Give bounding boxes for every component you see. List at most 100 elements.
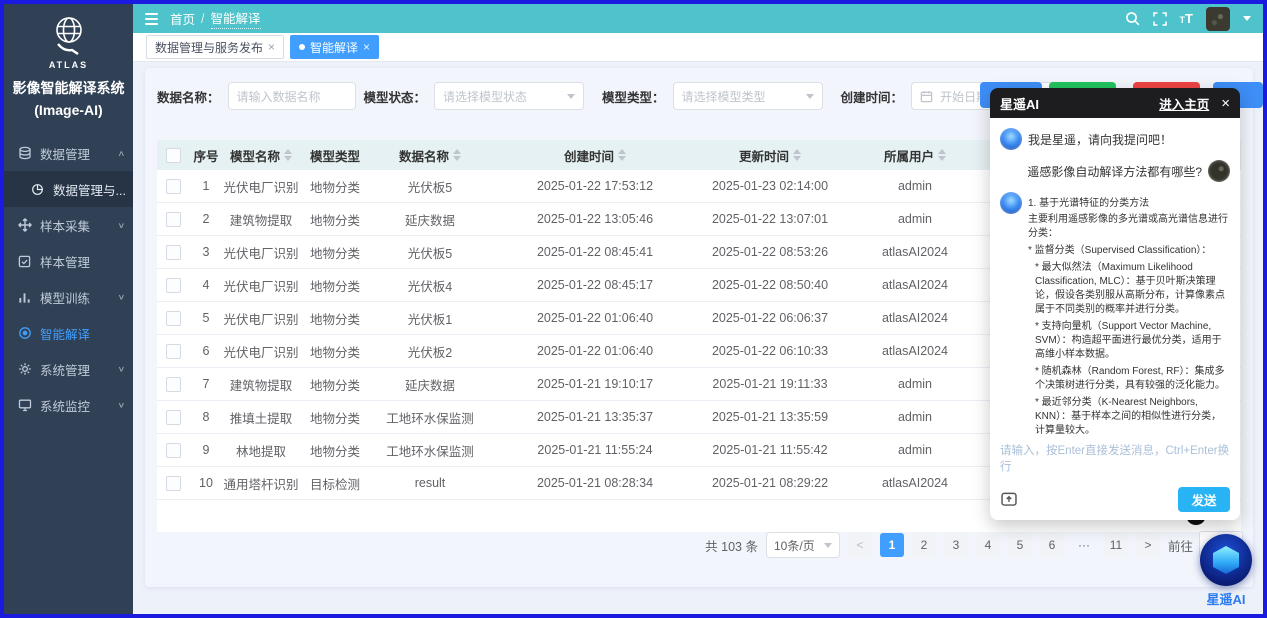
row-select-cell [157, 245, 190, 260]
page-button-4[interactable]: 4 [976, 533, 1000, 557]
sort-icon[interactable] [284, 149, 292, 161]
message-line: * 最大似然法（Maximum Likelihood Classificatio… [1028, 261, 1230, 318]
assistant-icon[interactable] [1200, 534, 1252, 586]
sidebar-item-model-training[interactable]: 模型训练∨ [4, 279, 133, 315]
page-size-select[interactable]: 10条/页 [766, 532, 840, 558]
prev-page-button[interactable]: < [848, 533, 872, 557]
sidebar-item-sample-management[interactable]: 样本管理 [4, 243, 133, 279]
tab-close-icon[interactable]: × [363, 40, 370, 54]
cell-index: 6 [190, 344, 222, 358]
cell-owner: admin [840, 377, 990, 391]
row-checkbox[interactable] [166, 278, 181, 293]
sort-icon[interactable] [938, 149, 946, 161]
tab-close-icon[interactable]: × [268, 40, 275, 54]
row-checkbox[interactable] [166, 476, 181, 491]
cell-data_name: 延庆数据 [370, 210, 490, 229]
user-avatar[interactable] [1206, 7, 1230, 31]
column-header-data_name[interactable]: 数据名称 [370, 146, 490, 165]
column-label: 数据名称 [399, 146, 449, 165]
pie-icon [30, 182, 45, 197]
chat-input[interactable]: 请输入，按Enter直接发送消息，Ctrl+Enter换行 [990, 438, 1240, 478]
model-type-select[interactable]: 请选择模型类型 [673, 82, 823, 110]
cell-owner: admin [840, 179, 990, 193]
cell-model_type: 地物分类 [300, 408, 370, 427]
sort-icon[interactable] [793, 149, 801, 161]
row-checkbox[interactable] [166, 311, 181, 326]
menu-fold-icon[interactable] [145, 13, 158, 25]
chat-footer: 发送 [990, 478, 1240, 520]
cell-index: 5 [190, 311, 222, 325]
font-size-icon[interactable]: TT [1180, 11, 1193, 27]
caret-down-icon: ∨ [118, 292, 126, 302]
sidebar-item-label: 样本采集 [40, 216, 110, 235]
database-icon [17, 146, 32, 161]
sidebar-item-system-management[interactable]: 系统管理∨ [4, 351, 133, 387]
cell-owner: atlasAI2024 [840, 245, 990, 259]
page-button-11[interactable]: 11 [1104, 533, 1128, 557]
sort-icon[interactable] [453, 149, 461, 161]
sidebar-item-data-management[interactable]: 数据管理∧ [4, 135, 133, 171]
column-header-update_time[interactable]: 更新时间 [700, 146, 840, 165]
send-button[interactable]: 发送 [1178, 487, 1230, 512]
data-name-input[interactable]: 请输入数据名称 [228, 82, 356, 110]
page-buttons: 123456···11 [880, 533, 1128, 557]
column-header-create_time[interactable]: 创建时间 [490, 146, 700, 165]
topbar: 首页 / 智能解译 TT [133, 4, 1263, 33]
page-button-6[interactable]: 6 [1040, 533, 1064, 557]
cell-create_time: 2025-01-22 01:06:40 [490, 344, 700, 358]
cell-owner: admin [840, 212, 990, 226]
row-select-cell [157, 476, 190, 491]
next-page-button[interactable]: > [1136, 533, 1160, 557]
sidebar-item-sample-collection[interactable]: 样本采集∨ [4, 207, 133, 243]
model-status-select[interactable]: 请选择模型状态 [434, 82, 584, 110]
cell-model_type: 地物分类 [300, 243, 370, 262]
fullscreen-icon[interactable] [1153, 12, 1167, 26]
cell-update_time: 2025-01-23 02:14:00 [700, 179, 840, 193]
row-checkbox[interactable] [166, 377, 181, 392]
gear-icon [17, 362, 32, 377]
tab-label: 智能解译 [310, 39, 358, 56]
column-label: 创建时间 [564, 146, 614, 165]
row-checkbox[interactable] [166, 212, 181, 227]
search-icon[interactable] [1125, 11, 1140, 26]
cell-create_time: 2025-01-21 19:10:17 [490, 377, 700, 391]
user-chat-avatar [1208, 160, 1230, 182]
select-placeholder: 请选择模型状态 [443, 88, 527, 105]
sidebar-item-data-management-publish[interactable]: 数据管理与... [4, 171, 133, 207]
chat-close-icon[interactable]: × [1221, 95, 1230, 112]
page-button-1[interactable]: 1 [880, 533, 904, 557]
sidebar-item-intelligent-interpretation[interactable]: 智能解译 [4, 315, 133, 351]
page-button-2[interactable]: 2 [912, 533, 936, 557]
cell-index: 9 [190, 443, 222, 457]
breadcrumb-separator: / [201, 12, 204, 26]
cell-create_time: 2025-01-21 08:28:34 [490, 476, 700, 490]
page-button-5[interactable]: 5 [1008, 533, 1032, 557]
chat-home-link[interactable]: 进入主页 [1159, 94, 1209, 113]
select-all-checkbox[interactable] [166, 148, 181, 163]
message-line: * 随机森林（Random Forest, RF）：集成多个决策树进行分类，具有… [1028, 365, 1230, 393]
cell-model_type: 地物分类 [300, 210, 370, 229]
breadcrumb-home[interactable]: 首页 [170, 9, 195, 28]
cell-index: 8 [190, 410, 222, 424]
ai-chat-panel: 星遥AI 进入主页 × 我是星遥，请向我提问吧！遥感影像自动解译方法都有哪些?1… [990, 88, 1240, 520]
sidebar-item-system-monitor[interactable]: 系统监控∨ [4, 387, 133, 423]
assistant-fab[interactable]: 星遥AI [1196, 534, 1256, 608]
upload-icon[interactable] [1000, 490, 1018, 508]
row-checkbox[interactable] [166, 443, 181, 458]
column-label: 序号 [193, 146, 218, 165]
user-menu-caret-icon[interactable] [1243, 16, 1251, 21]
column-header-model_name[interactable]: 模型名称 [222, 146, 300, 165]
row-checkbox[interactable] [166, 245, 181, 260]
tabbar: 数据管理与服务发布 × 智能解译 × [133, 33, 1263, 62]
system-title-line1: 影像智能解译系统 [4, 78, 133, 100]
page-button-3[interactable]: 3 [944, 533, 968, 557]
row-select-cell [157, 311, 190, 326]
row-checkbox[interactable] [166, 344, 181, 359]
row-checkbox[interactable] [166, 179, 181, 194]
sort-icon[interactable] [618, 149, 626, 161]
row-checkbox[interactable] [166, 410, 181, 425]
column-header-owner[interactable]: 所属用户 [840, 146, 990, 165]
tab-intelligent-interpretation[interactable]: 智能解译 × [290, 35, 379, 59]
tab-data-management-publish[interactable]: 数据管理与服务发布 × [146, 35, 284, 59]
cell-model_type: 目标检测 [300, 474, 370, 493]
